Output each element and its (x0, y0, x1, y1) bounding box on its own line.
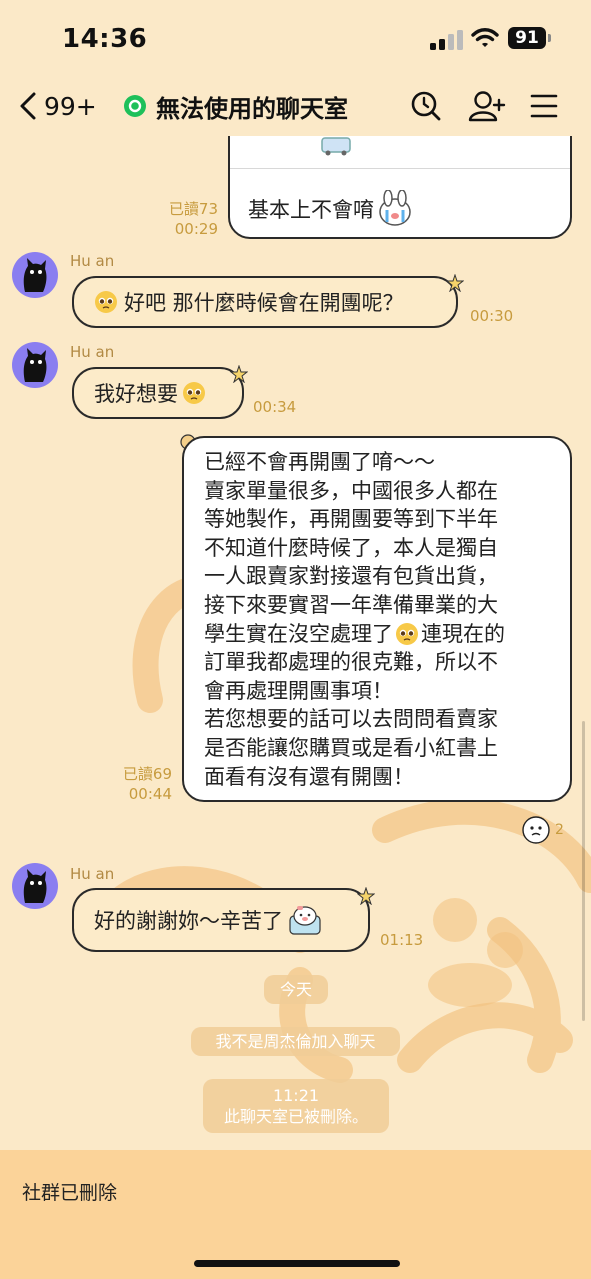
wifi-icon (471, 28, 499, 47)
message-line: 是否能讓您購買或是看小紅書上 (204, 735, 498, 760)
incoming-message[interactable]: 好吧 那什麼時候會在開團呢？ (72, 276, 458, 328)
chevron-left-icon (20, 92, 36, 120)
reaction-badge[interactable]: 2 (522, 816, 564, 844)
message-timestamp: 00:29 (174, 220, 218, 238)
star-icon (446, 274, 464, 292)
message-line: 學生實在沒空處理了 連現在的 (204, 620, 570, 649)
read-receipt: 已讀69 (122, 765, 172, 783)
outgoing-message[interactable]: 基本上不會唷 (228, 136, 572, 239)
message-meta: 已讀73 00:29 (150, 199, 218, 239)
system-message-joined: 我不是周杰倫加入聊天 (191, 1027, 400, 1056)
message-timestamp: 01:13 (380, 931, 424, 949)
unread-count: 99+ (44, 91, 97, 121)
bear-sticker-icon (289, 906, 321, 935)
status-time: 14:36 (62, 24, 148, 54)
avatar[interactable] (12, 863, 58, 909)
openchat-icon (124, 95, 146, 117)
reaction-sticker-icon (522, 816, 550, 844)
search-icon[interactable] (410, 90, 442, 122)
message-line: 若您想要的話可以去問問看賣家 (204, 707, 498, 732)
message-line-part: 連現在的 (421, 621, 505, 646)
message-timestamp: 00:30 (470, 307, 514, 325)
black-cat-avatar-icon (23, 348, 47, 382)
sticker-fragment-icon (321, 137, 351, 156)
message-line: 面看有沒有還有開團！ (204, 764, 414, 789)
scrollbar[interactable] (582, 721, 585, 1021)
message-text: 好吧 那什麼時候會在開團呢？ (124, 291, 404, 315)
message-text-block: 已經不會再開團了唷～～ 賣家單量很多，中國很多人都在 等她製作，再開團要等到下半… (204, 448, 570, 791)
battery-level: 91 (508, 27, 546, 49)
system-message-text: 此聊天室已被刪除。 (223, 1107, 368, 1126)
status-bar: 14:36 91 (0, 0, 591, 78)
avatar[interactable] (12, 342, 58, 388)
read-receipt: 已讀73 (168, 200, 218, 218)
add-friend-icon[interactable] (468, 90, 506, 122)
star-icon (357, 887, 375, 905)
battery-icon: 91 (508, 27, 552, 51)
message-text: 基本上不會唷 (248, 198, 374, 222)
message-timestamp: 00:44 (128, 785, 172, 803)
message-line: 已經不會再開團了唷～～ (204, 450, 435, 474)
message-line-part: 學生實在沒空處理了 (204, 621, 393, 646)
pleading-face-emoji-icon (95, 291, 117, 313)
chat-header: 99+ 無法使用的聊天室 (0, 78, 591, 134)
system-message-time: 11:21 (272, 1086, 320, 1105)
sender-name: Hu an (70, 252, 115, 270)
bottom-bar: 社群已刪除 (0, 1150, 591, 1279)
star-icon (230, 365, 248, 383)
system-message-deleted: 11:21 此聊天室已被刪除。 (203, 1079, 389, 1133)
community-deleted-label: 社群已刪除 (22, 1182, 118, 1204)
menu-icon[interactable] (530, 90, 558, 122)
sender-name: Hu an (70, 343, 115, 361)
avatar[interactable] (12, 252, 58, 298)
message-timestamp: 00:34 (253, 398, 297, 416)
black-cat-avatar-icon (23, 869, 47, 903)
incoming-message[interactable]: 好的謝謝妳～辛苦了 (72, 888, 370, 952)
home-indicator[interactable] (194, 1260, 400, 1267)
crying-bunny-sticker-icon (379, 190, 411, 226)
message-line: 等她製作，再開團要等到下半年 (204, 507, 498, 532)
date-divider: 今天 (264, 975, 328, 1004)
message-line: 接下來要實習一年準備畢業的大 (204, 592, 498, 617)
black-cat-avatar-icon (23, 258, 47, 292)
message-line: 一人跟賣家對接還有包貨出貨， (204, 564, 498, 589)
message-line: 會再處理開團事項！ (204, 678, 393, 703)
sender-name: Hu an (70, 865, 115, 883)
incoming-message[interactable]: 我好想要 (72, 367, 244, 419)
message-text: 好的謝謝妳～辛苦了 (94, 909, 283, 933)
message-line: 訂單我都處理的很克難，所以不 (204, 650, 498, 675)
chat-title: 無法使用的聊天室 (156, 94, 348, 123)
message-list[interactable]: 基本上不會唷 已讀73 00:29 Hu an 好吧 那什麼時候會在開團呢？ 0… (0, 136, 591, 1150)
outgoing-message[interactable]: 已經不會再開團了唷～～ 賣家單量很多，中國很多人都在 等她製作，再開團要等到下半… (182, 436, 572, 802)
message-meta: 已讀69 00:44 (104, 764, 172, 804)
message-line: 不知道什麼時候了，本人是獨自 (204, 535, 498, 560)
message-line: 賣家單量很多，中國很多人都在 (204, 478, 498, 503)
reaction-count: 2 (555, 822, 564, 838)
back-button[interactable]: 99+ (18, 88, 97, 124)
pleading-face-emoji-icon (396, 622, 418, 645)
message-text: 我好想要 (94, 382, 178, 406)
chat-title-group[interactable]: 無法使用的聊天室 (124, 88, 348, 124)
pleading-face-emoji-icon (183, 382, 205, 404)
cellular-signal-icon (430, 30, 463, 50)
